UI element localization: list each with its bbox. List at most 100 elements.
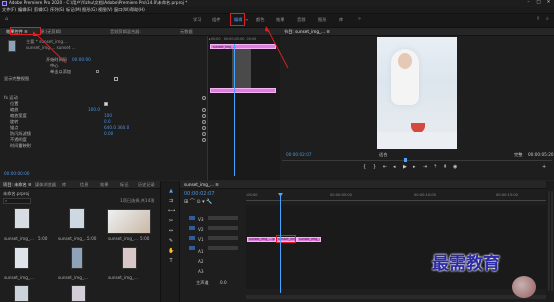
menu-edit[interactable]: 编辑(E) [18,8,32,12]
go-to-out-icon[interactable]: ⇥ [423,165,427,170]
reset-anchor-icon[interactable] [202,126,206,130]
track-a3-label[interactable]: A3 [198,269,204,274]
ec-playhead[interactable] [234,44,235,176]
program-resolution-dropdown[interactable]: 完整 [514,152,522,157]
media-thumb-2[interactable] [69,208,85,229]
reset-rotation-icon[interactable] [202,120,206,124]
tab-sequence[interactable]: sunset_img_... ≡ [184,182,219,187]
workspace-menu-icon[interactable]: ≡ [245,18,248,22]
tab-libraries[interactable]: 库 [62,182,66,187]
button-editor-icon[interactable]: + [542,165,546,170]
menu-marker[interactable]: 标记(M) [66,8,81,12]
menu-file[interactable]: 文件(F) [2,8,16,12]
reset-scale-icon[interactable] [202,108,206,112]
media-thumb-5[interactable] [71,247,83,269]
timeline-playhead[interactable] [280,193,281,293]
tab-effects[interactable]: 效果 [100,182,108,187]
workspace-learn[interactable]: 学习 [193,17,201,22]
maximize-icon[interactable]: □ [534,0,543,6]
workspace-assembly[interactable]: 组件 [212,17,220,22]
export-frame-icon[interactable]: ◉ [453,165,457,170]
track-control-buttons[interactable] [208,216,238,256]
motion-scale-value[interactable]: 100.0 [88,107,100,114]
reset-opacity-icon[interactable] [202,138,206,142]
uniform-scale-checkbox[interactable] [104,102,108,106]
tab-audio-mixer[interactable]: 音频剪辑混合器: [110,29,141,34]
workspace-libraries[interactable]: 库 [339,17,343,22]
program-fit-dropdown[interactable]: 适合 [379,152,387,157]
timeline-tracks-area[interactable] [246,205,546,289]
ripple-edit-tool-icon[interactable]: ⟷ [168,209,175,215]
workspace-color[interactable]: 颜色 [256,17,264,22]
menu-clip[interactable]: 剪辑(C) [34,8,49,12]
slip-tool-icon[interactable]: ↔ [168,229,174,235]
more-workspaces-icon[interactable]: » [358,17,361,22]
track-a2-label[interactable]: A2 [198,259,204,264]
program-video-frame[interactable] [377,37,457,149]
media-thumb-4[interactable] [14,247,29,269]
tab-metadata[interactable]: 元数据 [180,29,193,34]
tab-markers[interactable]: 标记 [120,182,128,187]
tab-info[interactable]: 信息 [80,182,88,187]
program-scrub-bar[interactable] [282,160,552,161]
add-checkbox[interactable] [96,70,99,73]
reset-antiflicker-icon[interactable] [202,132,206,136]
extract-icon[interactable]: ⇞ [443,165,447,170]
mark-out-icon[interactable]: } [373,165,376,170]
master-track-value[interactable]: 0.0 [220,280,227,285]
menu-help[interactable]: 帮助(H) [130,8,145,12]
motion-antiflicker-value[interactable]: 0.00 [104,131,113,138]
timeline-timecode[interactable]: 00:00:02:07 [184,192,215,197]
step-forward-icon[interactable]: ▸ [413,165,416,170]
click-add-label[interactable]: 单击以添加 [50,69,71,76]
play-icon[interactable]: ▶ [403,165,407,170]
program-timecode[interactable]: 00:00:02:07 [286,152,312,157]
timeline-clip-right[interactable]: sunset_img_...jpg [297,237,321,242]
pen-tool-icon[interactable]: ✎ [168,239,174,245]
menu-sequence[interactable]: 序列(S) [50,8,64,12]
timeline-scrollbar[interactable] [246,295,546,299]
mark-in-icon[interactable]: { [363,165,366,170]
step-back-icon[interactable]: ◂ [393,165,396,170]
workspace-audio[interactable]: 音频 [297,17,305,22]
type-tool-icon[interactable]: T [168,259,174,265]
selection-tool-icon[interactable]: ▲ [168,189,174,195]
hand-tool-icon[interactable]: ✋ [168,249,174,255]
menu-graphics[interactable]: 图形(G) [82,8,97,12]
timeline-ruler[interactable]: :00:00 00:00:05:00 00:00:10:00 00:00:15:… [246,193,546,200]
track-v3-label[interactable]: V3 [198,217,204,222]
tab-media-browser[interactable]: 媒体浏览器 [35,182,56,187]
ec-clip-bar-lower[interactable] [210,88,276,93]
tab-program[interactable]: 节目: sunset_img_... ≡ [284,29,330,34]
home-icon[interactable]: ⌂ [5,17,8,22]
track-v1-label[interactable]: V1 [198,237,204,242]
reset-motion-icon[interactable] [202,96,206,100]
track-target-toggles[interactable] [189,216,195,256]
reset-width-icon[interactable] [202,114,206,118]
track-select-tool-icon[interactable]: ⇉ [168,199,174,205]
track-v2-label[interactable]: V2 [198,227,204,232]
menu-view[interactable]: 视图(V) [98,8,113,12]
tab-project[interactable]: 项目: 未命名 ≡ [3,182,32,187]
go-to-in-icon[interactable]: ⇤ [383,165,387,170]
track-a1-label[interactable]: A1 [198,249,204,254]
effect-controls-timecode[interactable]: 00:00:00:00 [4,171,30,178]
menu-window[interactable]: 窗口(W) [114,8,130,12]
media-thumb-3[interactable] [107,209,151,234]
quick-export-icon[interactable]: ⇪ [536,17,540,22]
program-playhead[interactable] [404,158,407,162]
razor-tool-icon[interactable]: ✂ [168,219,174,225]
timeline-clip-left[interactable]: sunset_img_...jpg [247,237,276,242]
lift-icon[interactable]: ⇡ [433,165,437,170]
workspace-graphics[interactable]: 图形 [318,17,326,22]
close-icon[interactable]: ✕ [544,0,553,6]
tab-history[interactable]: 历史记录 [138,182,155,187]
tab-source[interactable]: 源:(无剪辑) [40,29,61,34]
media-thumb-7[interactable] [14,285,29,302]
media-thumb-8[interactable] [71,285,86,302]
timecode-start-value[interactable]: 00:00:00 [72,57,91,64]
media-thumb-6[interactable] [122,247,137,269]
minimize-icon[interactable]: – [524,0,533,6]
full-view-checkbox[interactable] [114,77,118,81]
search-icon[interactable]: ⌕ [546,17,549,22]
